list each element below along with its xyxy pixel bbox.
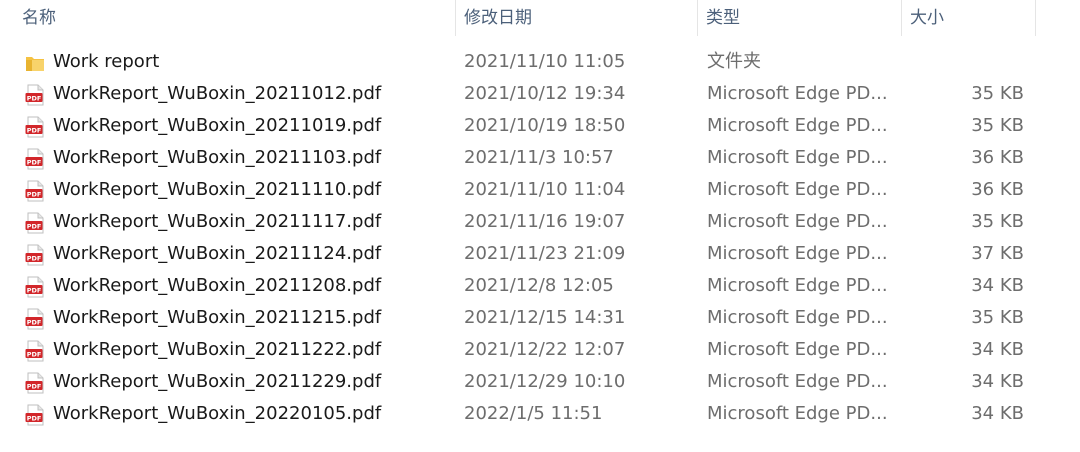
file-size: 35 KB (971, 211, 1024, 232)
file-row[interactable]: PDF WorkReport_WuBoxin_20220105.pdf 2022/1… (0, 398, 1080, 430)
file-name: WorkReport_WuBoxin_20211110.pdf (53, 179, 382, 200)
file-date-modified: 2021/12/15 14:31 (464, 307, 626, 328)
file-list-view: 名称 ^ 修改日期 类型 大小 Work report 2021/11/10 11… (0, 0, 1080, 452)
file-name: WorkReport_WuBoxin_20211103.pdf (53, 147, 382, 168)
file-row[interactable]: PDF WorkReport_WuBoxin_20211124.pdf 2021/1… (0, 238, 1080, 270)
pdf-icon: PDF (24, 116, 46, 138)
file-date-modified: 2021/11/10 11:05 (464, 51, 626, 72)
file-date-modified: 2021/12/8 12:05 (464, 275, 614, 296)
svg-text:PDF: PDF (27, 222, 42, 230)
column-header-bar: 名称 ^ 修改日期 类型 大小 (0, 0, 1080, 36)
file-date-modified: 2021/11/3 10:57 (464, 147, 614, 168)
file-type: Microsoft Edge PD... (707, 339, 888, 360)
svg-text:PDF: PDF (27, 126, 42, 134)
file-date-modified: 2021/11/23 21:09 (464, 243, 626, 264)
file-type: Microsoft Edge PD... (707, 115, 888, 136)
pdf-icon: PDF (24, 84, 46, 106)
file-date-modified: 2021/11/16 19:07 (464, 211, 626, 232)
file-name: WorkReport_WuBoxin_20211229.pdf (53, 371, 382, 392)
file-name: WorkReport_WuBoxin_20211215.pdf (53, 307, 382, 328)
file-size: 34 KB (971, 275, 1024, 296)
file-size: 34 KB (971, 371, 1024, 392)
pdf-icon: PDF (24, 180, 46, 202)
file-name: Work report (53, 51, 160, 72)
file-type: Microsoft Edge PD... (707, 403, 888, 424)
column-header-name[interactable]: 名称 ^ (14, 0, 456, 36)
svg-text:PDF: PDF (27, 158, 42, 166)
file-name: WorkReport_WuBoxin_20211117.pdf (53, 211, 382, 232)
file-row[interactable]: PDF WorkReport_WuBoxin_20211208.pdf 2021/1… (0, 270, 1080, 302)
file-row[interactable]: PDF WorkReport_WuBoxin_20211229.pdf 2021/1… (0, 366, 1080, 398)
file-size (906, 46, 1024, 78)
svg-text:PDF: PDF (27, 414, 42, 422)
svg-text:PDF: PDF (27, 190, 42, 198)
pdf-icon: PDF (24, 340, 46, 362)
column-header-size-label: 大小 (910, 8, 944, 28)
svg-text:PDF: PDF (27, 254, 42, 262)
column-header-size[interactable]: 大小 (902, 0, 1036, 36)
file-date-modified: 2021/12/29 10:10 (464, 371, 626, 392)
file-type: Microsoft Edge PD... (707, 147, 888, 168)
file-type: Microsoft Edge PD... (707, 275, 888, 296)
file-row[interactable]: PDF WorkReport_WuBoxin_20211215.pdf 2021/1… (0, 302, 1080, 334)
file-size: 36 KB (971, 179, 1024, 200)
file-type: Microsoft Edge PD... (707, 307, 888, 328)
pdf-icon: PDF (24, 372, 46, 394)
svg-text:PDF: PDF (27, 286, 42, 294)
file-size: 34 KB (971, 339, 1024, 360)
pdf-icon: PDF (24, 148, 46, 170)
file-row[interactable]: PDF WorkReport_WuBoxin_20211117.pdf 2021/1… (0, 206, 1080, 238)
file-name: WorkReport_WuBoxin_20211019.pdf (53, 115, 382, 136)
column-header-type[interactable]: 类型 (698, 0, 902, 36)
pdf-icon: PDF (24, 404, 46, 426)
svg-text:PDF: PDF (27, 382, 42, 390)
svg-text:PDF: PDF (27, 350, 42, 358)
file-name: WorkReport_WuBoxin_20211222.pdf (53, 339, 382, 360)
file-size: 35 KB (971, 115, 1024, 136)
file-row[interactable]: PDF WorkReport_WuBoxin_20211012.pdf 2021/1… (0, 78, 1080, 110)
file-type: Microsoft Edge PD... (707, 211, 888, 232)
file-type: Microsoft Edge PD... (707, 243, 888, 264)
pdf-icon: PDF (24, 212, 46, 234)
file-date-modified: 2022/1/5 11:51 (464, 403, 603, 424)
file-name: WorkReport_WuBoxin_20220105.pdf (53, 403, 382, 424)
folder-icon (24, 52, 46, 74)
file-date-modified: 2021/12/22 12:07 (464, 339, 626, 360)
pdf-icon: PDF (24, 308, 46, 330)
file-size: 34 KB (971, 403, 1024, 424)
file-row[interactable]: PDF WorkReport_WuBoxin_20211103.pdf 2021/1… (0, 142, 1080, 174)
file-date-modified: 2021/10/12 19:34 (464, 83, 626, 104)
svg-text:PDF: PDF (27, 94, 42, 102)
file-name: WorkReport_WuBoxin_20211124.pdf (53, 243, 382, 264)
file-size: 37 KB (971, 243, 1024, 264)
file-type: Microsoft Edge PD... (707, 83, 888, 104)
file-date-modified: 2021/10/19 18:50 (464, 115, 626, 136)
file-type: 文件夹 (707, 51, 761, 72)
svg-text:PDF: PDF (27, 318, 42, 326)
file-rows: Work report 2021/11/10 11:05 文件夹 PDF WorkRep… (0, 46, 1080, 430)
file-size: 36 KB (971, 147, 1024, 168)
file-size: 35 KB (971, 307, 1024, 328)
file-type: Microsoft Edge PD... (707, 179, 888, 200)
file-type: Microsoft Edge PD... (707, 371, 888, 392)
file-row[interactable]: PDF WorkReport_WuBoxin_20211019.pdf 2021/1… (0, 110, 1080, 142)
column-header-type-label: 类型 (706, 8, 740, 28)
file-date-modified: 2021/11/10 11:04 (464, 179, 626, 200)
file-row[interactable]: Work report 2021/11/10 11:05 文件夹 (0, 46, 1080, 78)
sort-up-icon: ^ (242, 0, 252, 7)
file-row[interactable]: PDF WorkReport_WuBoxin_20211110.pdf 2021/1… (0, 174, 1080, 206)
column-header-name-label: 名称 (22, 8, 56, 28)
pdf-icon: PDF (24, 244, 46, 266)
file-row[interactable]: PDF WorkReport_WuBoxin_20211222.pdf 2021/1… (0, 334, 1080, 366)
file-size: 35 KB (971, 83, 1024, 104)
pdf-icon: PDF (24, 276, 46, 298)
column-header-date-modified[interactable]: 修改日期 (456, 0, 698, 36)
column-header-date-label: 修改日期 (464, 8, 532, 28)
file-name: WorkReport_WuBoxin_20211012.pdf (53, 83, 382, 104)
file-name: WorkReport_WuBoxin_20211208.pdf (53, 275, 382, 296)
